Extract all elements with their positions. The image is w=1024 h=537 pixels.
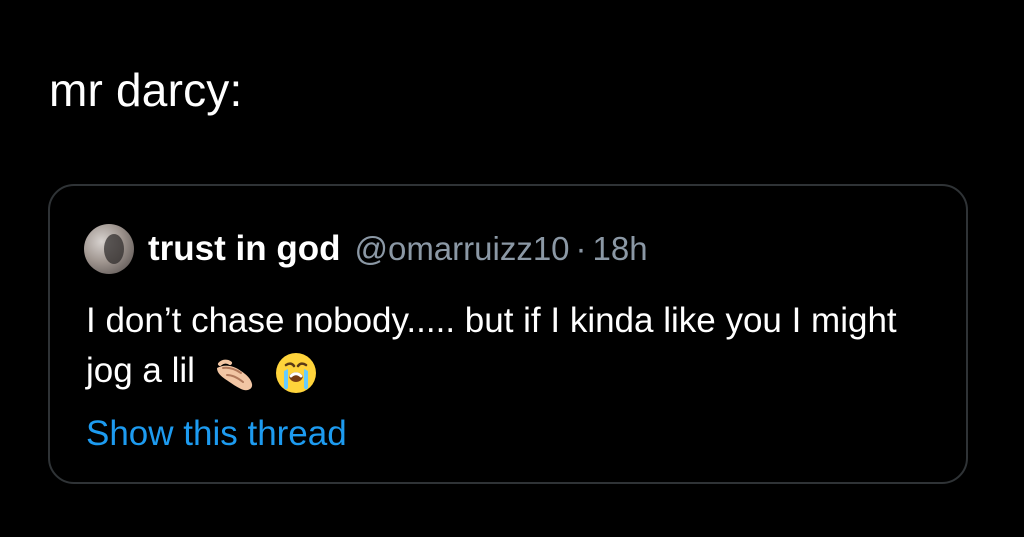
avatar[interactable]	[84, 224, 134, 274]
show-thread-link[interactable]: Show this thread	[86, 412, 347, 456]
hand-pointing-icon	[213, 351, 257, 395]
caption: mr darcy:	[49, 64, 243, 116]
quoted-tweet-card[interactable]: trust in god @omarruizz10 · 18h I don’t …	[48, 184, 968, 484]
tweet-header: trust in god @omarruizz10 · 18h	[84, 222, 648, 276]
tweet-text: I don’t chase nobody..... but if I kinda…	[86, 301, 897, 390]
handle[interactable]: @omarruizz10	[354, 230, 569, 268]
crying-face-icon	[274, 351, 318, 395]
display-name[interactable]: trust in god	[148, 229, 340, 269]
timestamp[interactable]: 18h	[593, 230, 648, 268]
separator-dot: ·	[575, 230, 587, 267]
tweet-body: I don’t chase nobody..... but if I kinda…	[86, 296, 946, 396]
